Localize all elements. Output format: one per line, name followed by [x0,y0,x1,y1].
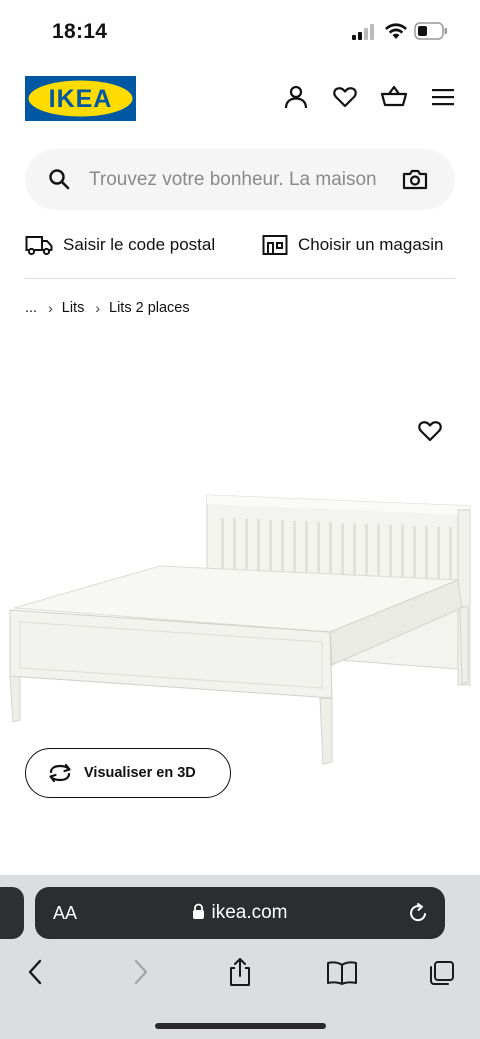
product-image-bed [9,494,471,765]
add-to-favorites-heart-icon[interactable] [417,419,443,443]
visualize-3d-label: Visualiser en 3D [84,765,196,781]
rotate-3d-icon [49,763,71,783]
address-bar[interactable]: AA ikea.com [35,887,445,939]
search-bar[interactable] [25,149,455,210]
menu-icon[interactable] [430,84,456,110]
delivery-truck-icon [25,236,53,256]
visualize-3d-button[interactable]: Visualiser en 3D [25,748,231,798]
bookmarks-icon[interactable] [326,957,358,987]
reload-icon[interactable] [407,902,429,924]
ikea-logo[interactable]: IKEA [25,76,136,121]
breadcrumb-lits-2-places[interactable]: Lits 2 places [109,300,190,316]
heart-icon[interactable] [332,84,358,110]
header-divider [25,278,455,279]
status-bar: 18:14 [0,0,480,62]
url-text: ikea.com [211,902,288,923]
search-icon [49,169,70,190]
lock-icon [193,903,205,919]
account-icon[interactable] [283,84,309,110]
breadcrumb-more[interactable]: ... [25,300,37,316]
browser-toolbar: AA ikea.com [0,875,480,1039]
battery-icon [414,22,447,40]
site-header: IKEA [0,74,480,124]
store-icon [262,235,288,255]
camera-search-icon[interactable] [402,166,428,192]
previous-tab-peek[interactable] [0,887,24,939]
forward-icon[interactable] [126,957,154,987]
svg-text:IKEA: IKEA [49,85,113,113]
home-indicator[interactable] [155,1023,326,1029]
back-icon[interactable] [22,957,50,987]
postal-code-label: Saisir le code postal [63,235,216,254]
share-icon[interactable] [226,957,254,987]
chevron-right-icon: › [48,300,53,316]
tabs-icon[interactable] [428,957,456,987]
chevron-right-icon: › [95,300,101,316]
breadcrumb-lits[interactable]: Lits [62,300,85,316]
breadcrumb: ... › Lits › Lits 2 places [25,298,190,318]
wifi-icon [385,23,407,39]
search-input[interactable] [89,165,389,195]
status-time: 18:14 [52,20,108,43]
postal-code-shortcut[interactable]: Saisir le code postal [25,230,215,260]
store-shortcut[interactable]: Choisir un magasin [262,230,444,260]
cart-icon[interactable] [381,84,407,110]
url-display[interactable]: ikea.com [35,902,445,924]
store-label: Choisir un magasin [298,235,444,254]
cellular-signal-icon [352,24,374,40]
